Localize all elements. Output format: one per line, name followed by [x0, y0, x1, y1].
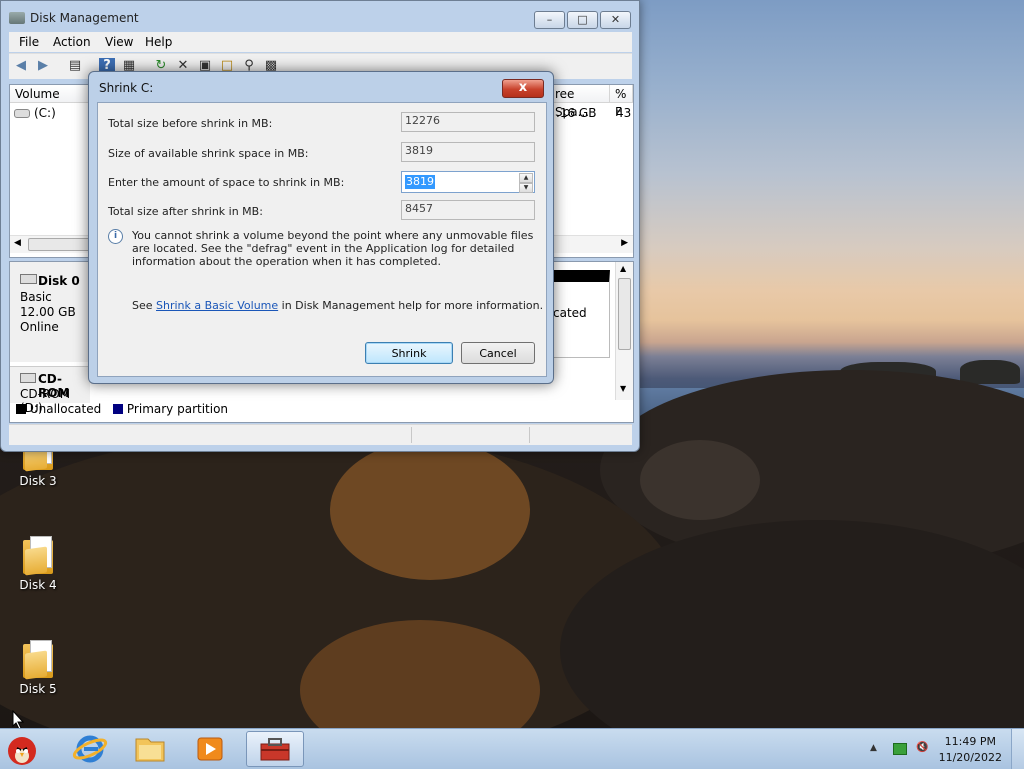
clock-time: 11:49 PM [944, 735, 996, 748]
folder-icon [21, 534, 55, 576]
taskbar-internet-explorer[interactable] [64, 731, 116, 767]
menu-help[interactable]: Help [145, 35, 172, 49]
legend-swatch-primary [113, 404, 124, 414]
shrink-amount-label: Enter the amount of space to shrink in M… [108, 176, 345, 189]
dialog-title: Shrink C: [99, 81, 154, 95]
disk0-type: Basic [20, 290, 52, 304]
disk0-panel[interactable]: Disk 0 Basic 12.00 GB Online [10, 262, 91, 362]
legend-label-unallocated: Unallocated [29, 402, 102, 416]
volume-muted-icon[interactable]: 🔇 [916, 742, 930, 754]
network-icon[interactable] [893, 743, 907, 755]
folder-icon [21, 638, 55, 680]
total-before-label: Total size before shrink in MB: [108, 117, 273, 130]
status-divider [411, 427, 412, 443]
percent-free-value: 43 [616, 106, 632, 120]
angry-bird-icon [8, 737, 36, 765]
info-icon: i [108, 229, 123, 244]
menu-action[interactable]: Action [53, 35, 91, 49]
disk0-size: 12.00 GB [20, 305, 76, 319]
help-suffix: in Disk Management help for more informa… [278, 299, 544, 312]
total-after-value: 8457 [401, 200, 535, 220]
available-space-value: 3819 [401, 142, 535, 162]
column-header-volume[interactable]: Volume [10, 85, 90, 103]
total-after-label: Total size after shrink in MB: [108, 205, 263, 218]
taskbar-disk-management[interactable] [246, 731, 304, 767]
maximize-button[interactable]: □ [567, 11, 598, 29]
legend-swatch-unallocated [16, 404, 26, 414]
folder-icon [135, 738, 165, 762]
available-space-label: Size of available shrink space in MB: [108, 147, 309, 160]
volume-name: (C:) [34, 106, 56, 120]
partition-unallocated[interactable]: cated [550, 270, 610, 358]
total-before-value: 12276 [401, 112, 535, 132]
help-prefix: See [132, 299, 157, 312]
minimize-button[interactable]: – [534, 11, 565, 29]
dialog-body: Total size before shrink in MB: 12276 Si… [97, 102, 547, 377]
clock-date: 11/20/2022 [938, 751, 1002, 764]
close-button[interactable]: ✕ [600, 11, 631, 29]
menu-view[interactable]: View [105, 35, 133, 49]
back-arrow-icon[interactable]: ◀ [13, 58, 29, 74]
disk0-name: Disk 0 [38, 274, 80, 288]
taskbar: ▲ 🔇 11:49 PM 11/20/2022 [0, 728, 1024, 769]
disk-icon [20, 274, 37, 284]
legend-label-primary: Primary partition [126, 402, 229, 416]
help-text: See Shrink a Basic Volume in Disk Manage… [132, 299, 543, 312]
forward-arrow-icon[interactable]: ▶ [35, 58, 51, 74]
info-text: You cannot shrink a volume beyond the po… [132, 229, 534, 268]
scroll-left-icon[interactable]: ◀ [14, 238, 21, 248]
column-header-percent-free[interactable]: % F [610, 85, 633, 119]
scroll-up-icon[interactable]: ▲ [620, 264, 626, 273]
clock[interactable]: 11:49 PM 11/20/2022 [939, 734, 1002, 766]
desktop-icon-label: Disk 5 [19, 682, 57, 696]
cdrom-icon [20, 373, 36, 383]
vertical-scrollbar[interactable]: ▲ ▼ [615, 262, 633, 400]
desktop-icon-disk5[interactable]: Disk 5 [8, 638, 68, 696]
drive-icon [14, 109, 30, 118]
cdrom-panel[interactable]: CD-ROM CD-ROM (D:) [10, 366, 90, 415]
start-button[interactable] [0, 731, 52, 767]
desktop-icon-label: Disk 3 [19, 474, 57, 488]
show-hidden-icons-icon[interactable]: ▲ [870, 743, 877, 753]
disk-management-icon [9, 12, 25, 24]
mouse-pointer-icon [12, 710, 24, 728]
scroll-thumb[interactable] [618, 278, 631, 350]
disk0-status: Online [20, 320, 59, 334]
shrink-dialog: Shrink C: x Total size before shrink in … [88, 71, 554, 384]
scroll-right-icon[interactable]: ▶ [621, 238, 628, 248]
toolbox-icon [260, 738, 290, 761]
legend: Unallocated Primary partition [16, 402, 228, 418]
shrink-amount-input[interactable]: 3819 [405, 175, 435, 189]
shrink-button[interactable]: Shrink [365, 342, 453, 364]
show-desktop-button[interactable] [1011, 729, 1024, 769]
status-divider [529, 427, 530, 443]
shrink-amount-stepper[interactable]: 3819 ▲ ▼ [401, 171, 535, 193]
menu-bar: File Action View Help [9, 32, 632, 52]
column-header-free-space[interactable]: ree Spa... [550, 85, 610, 119]
close-icon: x [518, 80, 528, 95]
spin-down-icon[interactable]: ▼ [519, 183, 533, 193]
window-title: Disk Management [9, 11, 139, 25]
internet-explorer-icon [72, 735, 108, 763]
free-space-value: .16 GB [556, 106, 597, 120]
console-tree-icon[interactable]: ▤ [67, 58, 83, 74]
spin-up-icon[interactable]: ▲ [519, 173, 533, 183]
help-link[interactable]: Shrink a Basic Volume [156, 299, 278, 312]
desktop-icon-disk4[interactable]: Disk 4 [8, 534, 68, 592]
scroll-down-icon[interactable]: ▼ [620, 384, 626, 393]
desktop-icon-label: Disk 4 [19, 578, 57, 592]
media-player-icon [197, 737, 223, 761]
menu-file[interactable]: File [19, 35, 39, 49]
dialog-close-button[interactable]: x [502, 79, 544, 98]
taskbar-file-explorer[interactable] [124, 731, 176, 767]
status-bar [9, 424, 632, 445]
taskbar-media-player[interactable] [184, 731, 236, 767]
partition-label: cated [553, 306, 587, 320]
cancel-button[interactable]: Cancel [461, 342, 535, 364]
